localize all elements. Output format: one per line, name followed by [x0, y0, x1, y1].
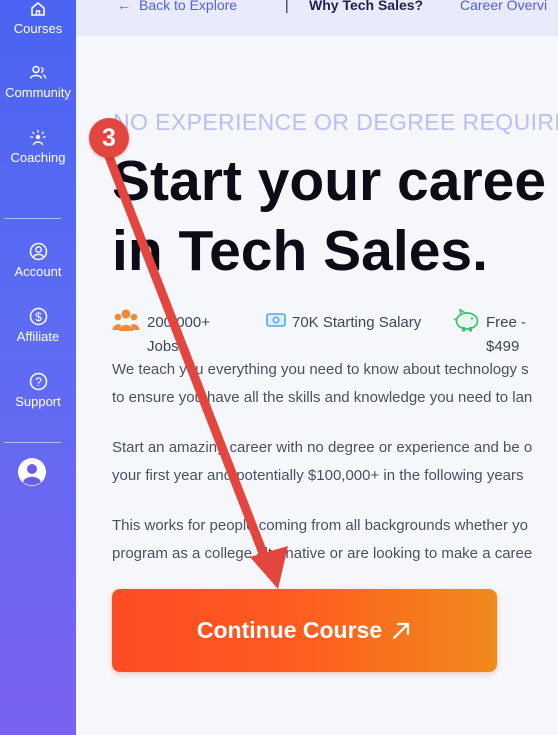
home-icon — [31, 2, 45, 16]
back-link[interactable]: ← Back to Explore — [117, 0, 237, 13]
sidebar-item-label: Support — [15, 394, 61, 409]
account-icon — [29, 242, 47, 261]
avatar-icon — [18, 458, 46, 486]
headline-line-2: in Tech Sales. — [112, 219, 488, 283]
page-title: Start your caree in Tech Sales. — [112, 146, 546, 286]
audience-paragraph: This works for people coming from all ba… — [112, 512, 532, 568]
people-icon — [112, 309, 140, 331]
sidebar-item-affiliate[interactable]: $ Affiliate — [0, 307, 76, 344]
avatar[interactable] — [18, 458, 46, 486]
stat-price-value: Free - — [486, 314, 527, 331]
tab-why-tech-sales[interactable]: Why Tech Sales? — [309, 0, 423, 13]
sidebar-item-label: Account — [14, 264, 62, 279]
continue-course-label: Continue Course — [196, 617, 383, 643]
sidebar-divider — [4, 218, 61, 219]
top-nav-bar: ← Back to Explore | Why Tech Sales? Caree… — [76, 0, 558, 36]
sidebar-item-label: Affiliate — [16, 329, 60, 344]
stat-salary: 70K Starting Salary — [292, 311, 421, 335]
sidebar-item-label: Community — [5, 85, 71, 100]
hero-eyebrow: NO EXPERIENCE OR DEGREE REQUIRE — [113, 109, 558, 135]
step-badge: 3 — [89, 118, 129, 158]
topbar-separator: | — [285, 0, 289, 13]
paragraph-line: We teach you everything you need to know… — [112, 361, 529, 378]
svg-text:$: $ — [35, 310, 42, 324]
money-icon — [266, 313, 286, 327]
dollar-icon: $ — [29, 307, 47, 326]
continue-course-button[interactable]: Continue Course — [112, 589, 497, 672]
paragraph-line: program as a college alternative or are … — [112, 545, 533, 562]
sidebar-item-coaching[interactable]: Coaching — [0, 129, 76, 165]
community-icon — [29, 65, 47, 79]
back-arrow-icon: ← — [117, 0, 131, 13]
sidebar-divider — [4, 442, 61, 443]
paragraph-line: Start an amazing career with no degree o… — [112, 439, 533, 456]
back-link-label: Back to Explore — [139, 0, 238, 13]
svg-text:?: ? — [35, 375, 42, 389]
stat-jobs-value: 200,000+ — [147, 314, 210, 331]
sidebar-item-support[interactable]: ? Support — [0, 372, 76, 409]
sidebar-item-community[interactable]: Community — [0, 64, 76, 100]
arrow-up-right-icon — [393, 622, 410, 639]
sidebar-item-account[interactable]: Account — [0, 242, 76, 279]
career-paragraph: Start an amazing career with no degree o… — [112, 434, 532, 490]
piggy-bank-icon — [453, 308, 479, 332]
sidebar-item-label: Coaching — [10, 150, 66, 165]
paragraph-line: your first year and potentially $100,000… — [112, 467, 524, 484]
sidebar-item-courses[interactable]: Courses — [0, 0, 76, 36]
coaching-icon — [30, 130, 46, 146]
headline-line-1: Start your caree — [112, 149, 547, 213]
stat-price: Free - $499 — [486, 311, 526, 359]
sidebar-item-label: Courses — [13, 21, 63, 36]
paragraph-line: to ensure you have all the skills and kn… — [112, 389, 533, 406]
stat-jobs: 200,000+ Jobs — [147, 311, 210, 359]
intro-paragraph: We teach you everything you need to know… — [112, 356, 532, 412]
paragraph-line: This works for people coming from all ba… — [112, 517, 529, 534]
stat-salary-value: 70K Starting Salary — [292, 314, 422, 331]
sidebar: Courses Community Coaching Account $ Aff… — [0, 0, 76, 735]
help-icon: ? — [29, 372, 47, 391]
main-content: NO EXPERIENCE OR DEGREE REQUIRE Start yo… — [76, 36, 558, 735]
tab-career-overview[interactable]: Career Overvi — [460, 0, 547, 13]
